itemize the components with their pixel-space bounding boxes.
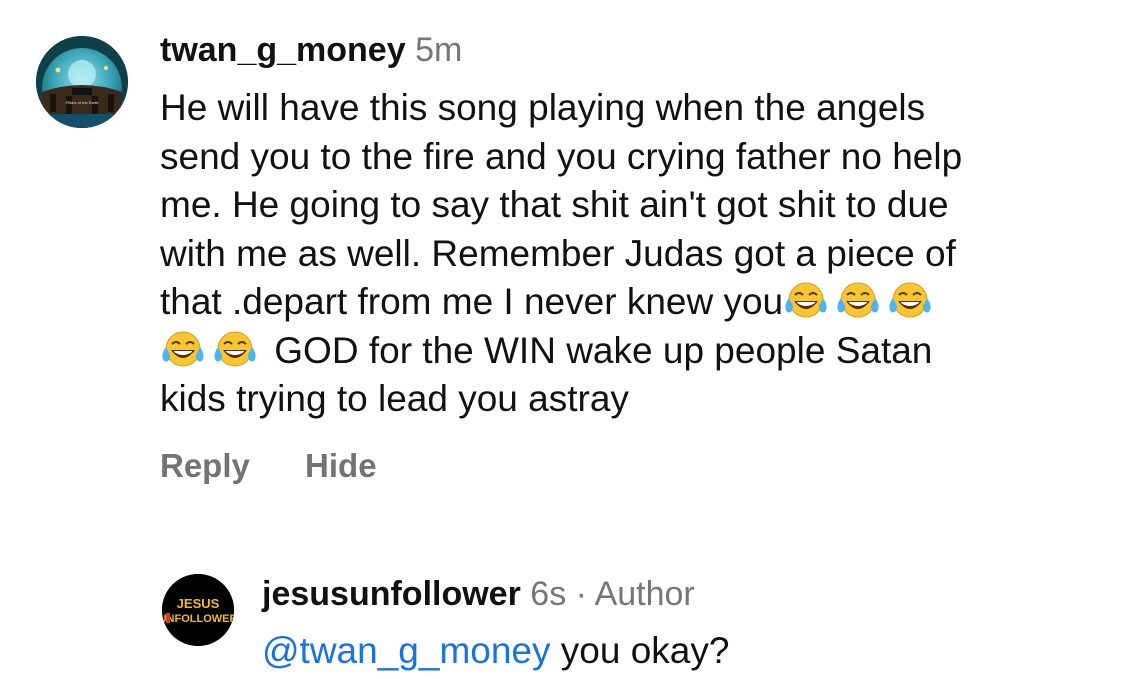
comment-line-with-emoji: that .depart from me I never knew you [160,278,1120,327]
hide-button[interactable]: Hide [305,447,377,484]
comment-line-text: that .depart from me I never knew you [160,281,784,322]
emoji-group [160,330,264,371]
comment-line: with me as well. Remember Judas got a pi… [160,232,956,274]
comment-username[interactable]: twan_g_money [160,31,406,69]
comment-header: twan_g_money 5m [160,28,462,72]
mention-link[interactable]: @twan_g_money [262,630,551,671]
reply-text: you okay? [560,630,730,671]
comment-actions: Reply Hide [160,444,377,488]
avatar-caption: Pillars of the Earth [66,100,99,105]
tears-of-joy-icon [785,282,827,318]
tears-of-joy-icon [214,331,256,366]
comment-line: me. He going to say that shit ain't got … [160,184,949,225]
comment-line: kids trying to lead you astray [160,378,629,419]
tears-of-joy-icon [889,282,931,318]
emoji-group [783,281,939,322]
tears-of-joy-icon [837,282,879,318]
reply-header: jesusunfollower 6s · Author [262,572,695,616]
reply-username[interactable]: jesusunfollower [262,575,521,613]
comment-line: send you to the fire and you crying fath… [160,135,963,177]
comment-line-text: GOD for the WIN wake up people Satan [274,329,933,371]
author-badge: Author [594,575,695,613]
comment-body: He will have this song playing when the … [160,84,1120,424]
logo-text-top: JESUS [177,596,220,611]
tears-of-joy-icon [162,331,204,366]
reply-body: @twan_g_money you okay? [262,628,729,674]
avatar-image: Pillars of the Earth [36,36,128,128]
comment-line-with-emoji: GOD for the WIN wake up people Satan [160,327,1120,376]
comment-timestamp: 5m [415,31,463,69]
avatar[interactable]: Pillars of the Earth [36,36,128,128]
reply-button[interactable]: Reply [160,447,250,484]
comment-line: He will have this song playing when the … [160,87,926,128]
separator-dot: · [575,575,587,613]
logo-text-bottom: UNFOLLOWER [162,613,234,625]
jesus-unfollower-logo: JESUS UNFOLLOWER [162,574,234,646]
avatar[interactable]: JESUS UNFOLLOWER [162,574,234,646]
reply-timestamp: 6s [530,575,567,613]
